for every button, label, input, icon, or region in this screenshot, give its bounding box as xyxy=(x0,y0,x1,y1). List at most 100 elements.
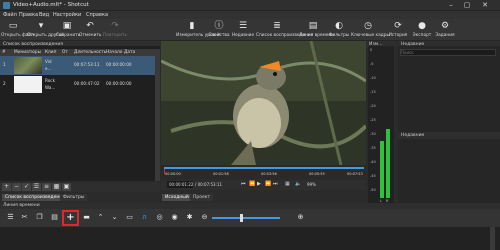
playlist-button[interactable]: ≣ Список воспроизведения xyxy=(256,20,313,40)
zoom-slider-handle[interactable] xyxy=(240,214,243,222)
col-thumbnails[interactable]: Миниатюры xyxy=(14,50,41,55)
clip-thumbnail xyxy=(14,57,42,74)
history-icon: ⟳ xyxy=(394,21,402,31)
timeline-menu-icon[interactable]: ☰ xyxy=(6,213,15,222)
remove-icon[interactable]: − xyxy=(12,183,21,191)
paste-icon[interactable]: ▤ xyxy=(50,213,59,222)
table-row[interactable]: 1 Vid e... 00:07:53:11 00:00:00:00 xyxy=(0,56,160,75)
playlist-scrollbar[interactable] xyxy=(155,56,160,181)
ripple-icon[interactable]: ◉ xyxy=(170,213,179,222)
append-icon[interactable]: + xyxy=(66,213,75,223)
tab-project[interactable]: Проект xyxy=(190,194,214,201)
window-title: Video+Audio.mlt* - Shotcut xyxy=(13,2,89,8)
lift-icon[interactable]: ⌃ xyxy=(96,213,105,222)
zoom-out-icon[interactable]: ⊖ xyxy=(200,213,209,222)
video-frame[interactable] xyxy=(161,41,366,165)
save-icon: ▣ xyxy=(62,21,72,31)
jobs-icon: ⚙ xyxy=(440,21,450,31)
view-details-icon[interactable]: ≡ xyxy=(42,183,51,191)
history-button[interactable]: ⟳ История xyxy=(386,20,410,40)
col-number[interactable]: # xyxy=(2,50,6,55)
zoom-slider[interactable] xyxy=(212,217,280,219)
open-other-button[interactable]: ▾ Открыть другой xyxy=(27,20,64,40)
undo-button[interactable]: ↶ Отменить xyxy=(79,20,101,40)
main-toolbar: ▭ Открыть файл ▾ Открыть другой ▣ Сохранить… xyxy=(0,19,500,41)
volume-icon[interactable]: 🔈 xyxy=(295,181,301,187)
col-start[interactable]: Начало xyxy=(106,50,122,55)
undo-icon: ↶ xyxy=(86,21,94,31)
filters-icon: ◐ xyxy=(335,21,343,31)
playlist-icon: ≣ xyxy=(273,21,281,31)
col-clip[interactable]: Клип xyxy=(45,50,56,55)
col-duration[interactable]: Длительность xyxy=(74,50,106,55)
split-icon[interactable]: ▭ xyxy=(125,213,134,222)
tab-playlist[interactable]: Список воспроизведения xyxy=(2,194,69,201)
rewind-icon[interactable]: ⏪ xyxy=(249,181,255,187)
clip-thumbnail xyxy=(14,76,42,93)
playlist-toolbar: + − ✓ ☰ ≡ ▦ ▣ xyxy=(0,183,160,192)
keyframes-button[interactable]: ◷ Ключевые кадры xyxy=(351,20,390,40)
menu-file[interactable]: Файл xyxy=(3,12,17,18)
tab-filters[interactable]: Фильтры xyxy=(60,194,88,201)
zoom-level[interactable]: 99% xyxy=(307,182,316,187)
menu-help[interactable]: Справка xyxy=(86,12,108,18)
table-row[interactable]: 2 Rock Wa... 00:00:47:02 00:00:00:00 xyxy=(0,75,160,94)
recent-panel: Недавние xyxy=(398,46,500,206)
overwrite-icon[interactable]: ⌄ xyxy=(110,213,119,222)
tab-source[interactable]: Исходный xyxy=(162,194,192,201)
col-in[interactable]: От xyxy=(62,50,68,55)
audio-meter: 0 -5 -10 -15 -20 -25 -30 -35 -40 -45 -50… xyxy=(368,46,394,206)
meter-icon: ▮ xyxy=(189,21,195,31)
menu-view[interactable]: Вид xyxy=(39,12,49,18)
progress-bar[interactable] xyxy=(164,167,364,169)
filters-button[interactable]: ◐ Фильтры xyxy=(328,20,350,40)
timeline-button[interactable]: ▤ Линия времени xyxy=(299,20,334,40)
minimize-button[interactable]: – xyxy=(444,0,458,11)
keyframes-icon: ◷ xyxy=(364,21,372,31)
properties-icon: ⓘ xyxy=(214,21,224,31)
close-button[interactable]: ✕ xyxy=(478,0,492,11)
col-date[interactable]: Дата xyxy=(124,50,135,55)
view-icons-icon[interactable]: ▣ xyxy=(62,183,71,191)
title-bar: Video+Audio.mlt* - Shotcut – ▢ ✕ xyxy=(0,0,500,11)
folder-icon: ▭ xyxy=(8,21,18,31)
timeline-scrollbar[interactable] xyxy=(490,227,495,250)
properties-button[interactable]: ⓘ Свойства xyxy=(208,20,230,40)
snap-icon[interactable]: ∩ xyxy=(140,213,149,222)
export-button[interactable]: ● Экспорт xyxy=(411,20,433,40)
remove-icon[interactable]: ▬ xyxy=(82,213,91,222)
update-icon[interactable]: ✓ xyxy=(22,183,31,191)
maximize-button[interactable]: ▢ xyxy=(460,0,474,11)
recent-icon: ☰ xyxy=(238,21,248,31)
cut-icon[interactable]: ✂ xyxy=(20,213,29,222)
open-file-button[interactable]: ▭ Открыть файл xyxy=(1,20,34,40)
menu-edit[interactable]: Правка xyxy=(19,12,38,18)
skip-next-icon[interactable]: ⏭ xyxy=(273,181,278,187)
menu-icon[interactable]: ☰ xyxy=(32,183,41,191)
video-image xyxy=(161,41,366,165)
add-icon[interactable]: + xyxy=(2,183,11,191)
scrub-icon[interactable]: ◎ xyxy=(155,213,164,222)
jobs-button[interactable]: ⚙ Задания xyxy=(434,20,456,40)
copy-icon[interactable]: ❐ xyxy=(35,213,44,222)
zoom-in-icon[interactable]: ⊕ xyxy=(296,213,305,222)
search-input[interactable] xyxy=(400,49,496,56)
timeline-area[interactable] xyxy=(0,227,500,250)
menu-bar: Файл Правка Вид Настройки Справка xyxy=(0,11,500,19)
view-tiles-icon[interactable]: ▦ xyxy=(52,183,61,191)
play-icon[interactable]: ▶ xyxy=(257,181,261,187)
ripple-all-icon[interactable]: ✱ xyxy=(185,213,194,222)
redo-button[interactable]: ↷ Повторить xyxy=(103,20,127,40)
skip-previous-icon[interactable]: ⏮ xyxy=(241,181,246,187)
level-meter-button[interactable]: ▮ Измеритель уровня xyxy=(176,20,221,40)
toggle-grid-icon[interactable]: ▦ xyxy=(285,181,290,187)
recent-button[interactable]: ☰ Недавние xyxy=(231,20,255,40)
fast-forward-icon[interactable]: ⏩ xyxy=(265,181,271,187)
meter-bar-right xyxy=(386,129,390,198)
save-button[interactable]: ▣ Сохранить xyxy=(56,20,80,40)
current-time-field[interactable]: 00:00:01:22 xyxy=(167,181,193,188)
player-ruler[interactable]: 00:00:00 00:01:58 00:03:56 00:05:55 00:0… xyxy=(161,165,366,179)
menu-settings[interactable]: Настройки xyxy=(53,12,81,18)
timeline-title: Линия времени xyxy=(3,203,40,208)
meter-bar-left xyxy=(380,141,384,198)
